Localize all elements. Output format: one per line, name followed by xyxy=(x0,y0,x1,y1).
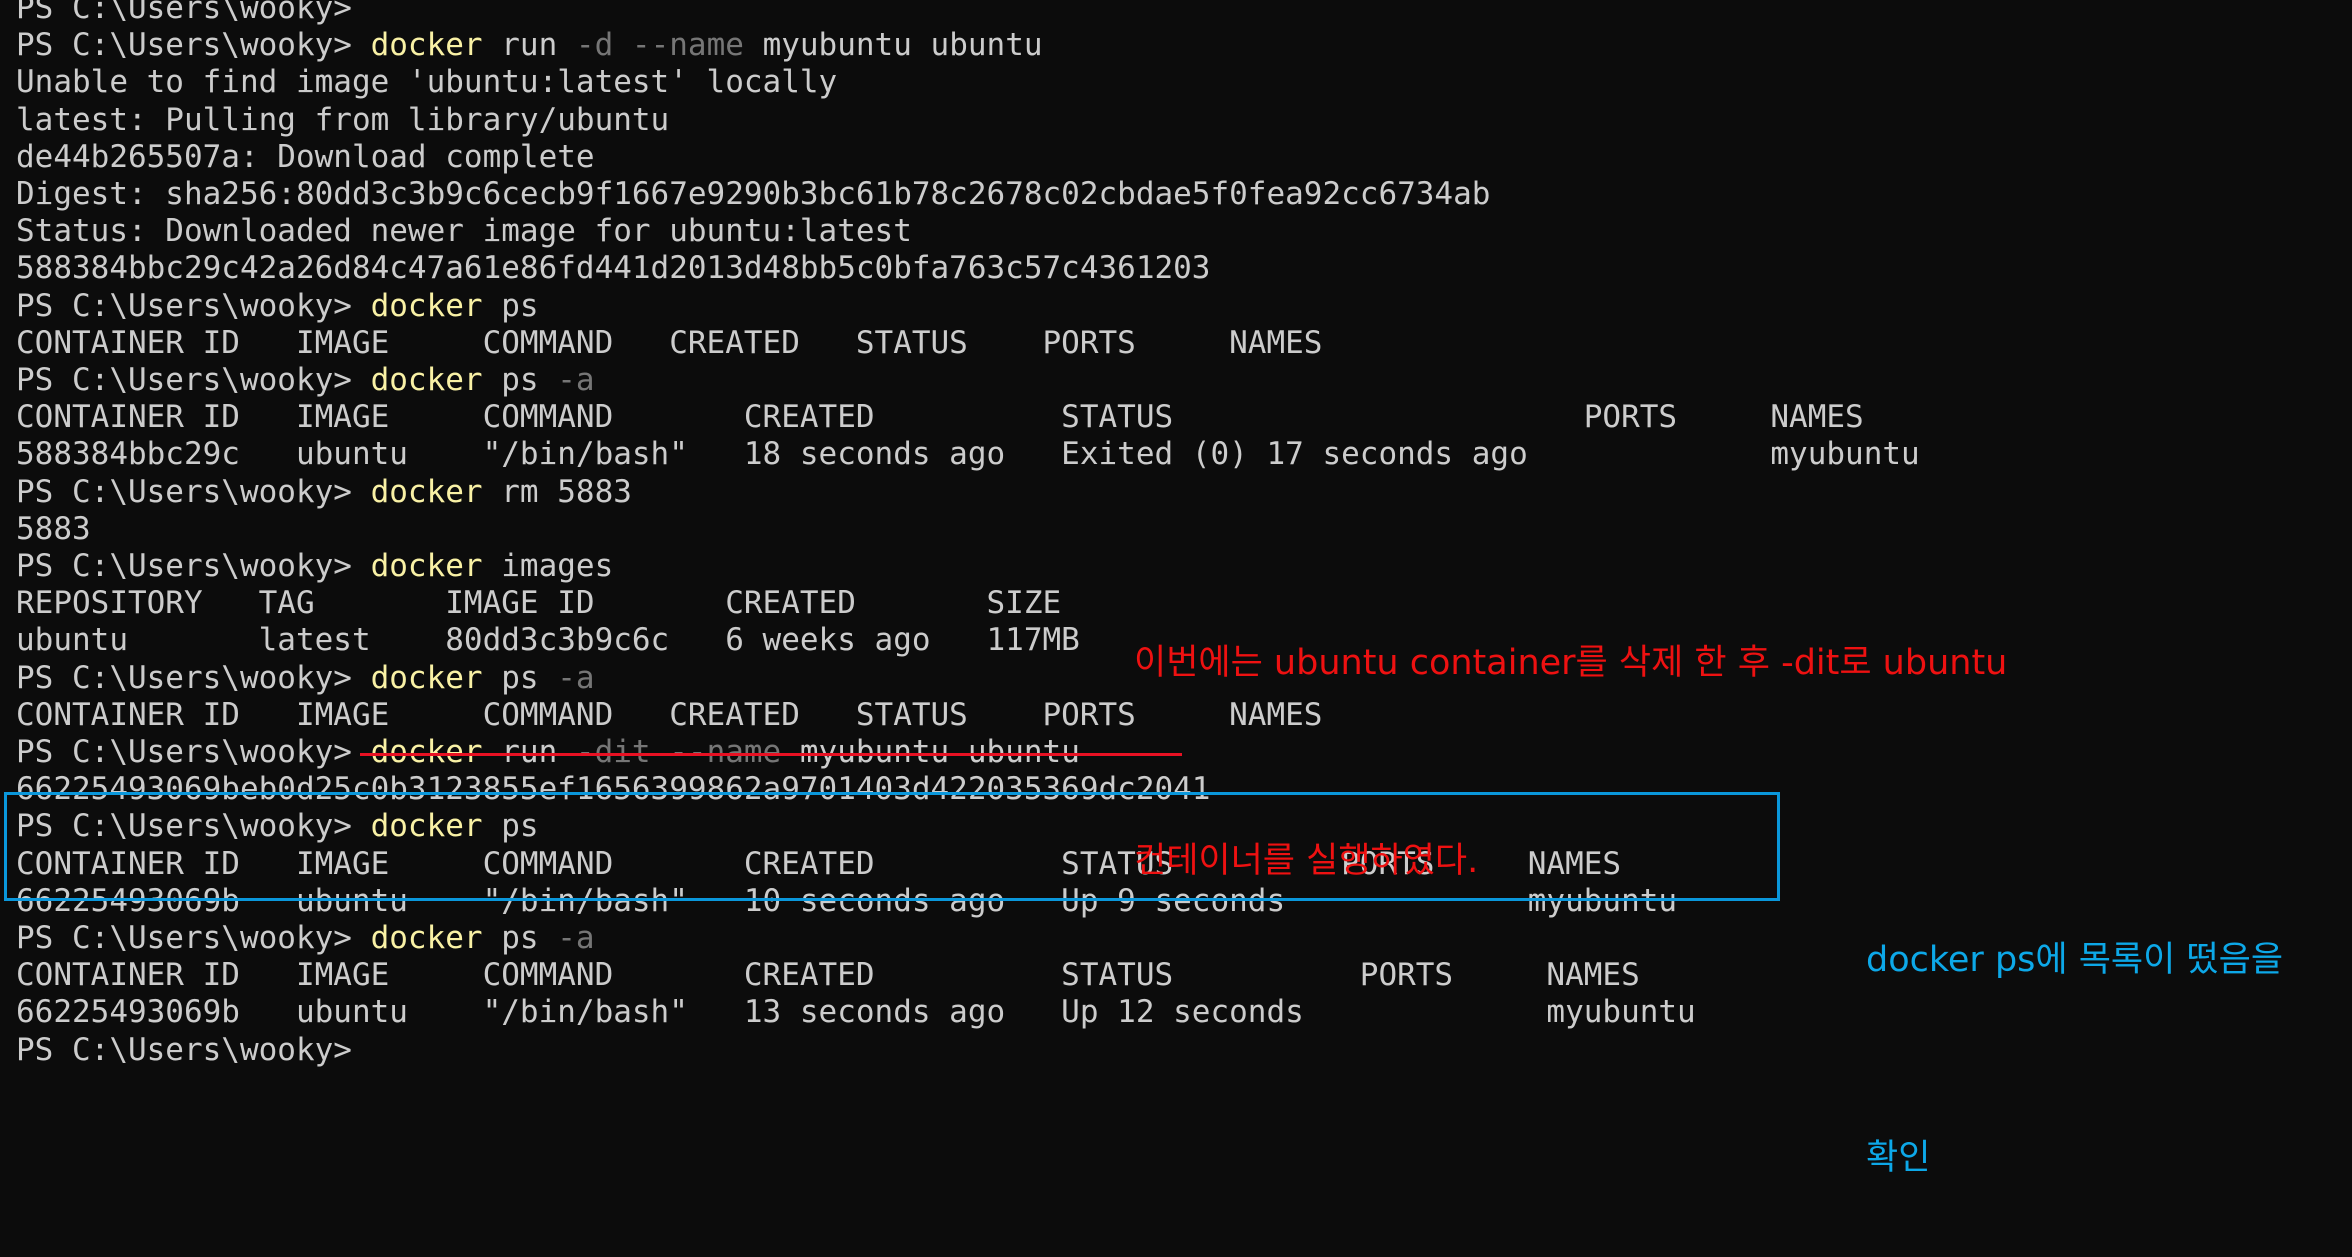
command-argument: rm 5883 xyxy=(482,473,632,510)
output-line: 5883 xyxy=(16,510,91,547)
command-argument: ps xyxy=(482,920,558,956)
command-line: PS C:\Users\wooky> docker rm 5883 xyxy=(16,474,632,511)
shell-prompt: PS C:\Users\wooky> xyxy=(16,920,371,956)
command-argument: myubuntu ubuntu xyxy=(781,734,1080,770)
output-line: CONTAINER ID IMAGE COMMAND CREATED STATU… xyxy=(16,399,1864,436)
output-line: CONTAINER ID IMAGE COMMAND CREATED STATU… xyxy=(16,324,1323,361)
command-argument: run xyxy=(482,27,576,64)
command-argument: myubuntu ubuntu xyxy=(743,27,1043,64)
command-name: docker xyxy=(370,548,483,584)
output-line: 588384bbc29c42a26d84c47a61e86fd441d2013d… xyxy=(16,250,1211,287)
command-flag: -a xyxy=(557,659,595,696)
command-flag: -d --name xyxy=(575,27,744,64)
output-line: PS C:\Users\wooky> xyxy=(16,1031,352,1068)
command-name: docker xyxy=(370,473,483,510)
output-line: 66225493069b ubuntu "/bin/bash" 13 secon… xyxy=(16,994,1696,1031)
shell-prompt: PS C:\Users\wooky> xyxy=(16,362,371,398)
command-argument: ps xyxy=(482,362,558,398)
output-line: CONTAINER ID IMAGE COMMAND CREATED STATU… xyxy=(16,696,1323,733)
output-line: CONTAINER ID IMAGE COMMAND CREATED STATU… xyxy=(16,957,1640,994)
command-line: PS C:\Users\wooky> docker images xyxy=(16,548,613,585)
command-argument: ps xyxy=(482,287,539,324)
shell-prompt: PS C:\Users\wooky> xyxy=(16,548,371,584)
output-line: PS C:\Users\wooky> xyxy=(16,0,352,26)
command-flag: -a xyxy=(557,362,595,398)
command-flag: -dit --name xyxy=(575,734,782,770)
blue-annotation: docker ps에 목록이 떴음을 확인 xyxy=(1866,795,2283,1257)
shell-prompt: PS C:\Users\wooky> xyxy=(16,734,371,770)
command-line: PS C:\Users\wooky> docker run -d --name … xyxy=(16,27,1043,64)
command-flag: -a xyxy=(557,920,595,956)
output-line: Unable to find image 'ubuntu:latest' loc… xyxy=(16,64,838,101)
output-line: latest: Pulling from library/ubuntu xyxy=(16,101,670,138)
blue-annotation-line-2: 확인 xyxy=(1866,1138,1931,1178)
output-line: REPOSITORY TAG IMAGE ID CREATED SIZE xyxy=(16,585,1062,622)
command-name: docker xyxy=(370,362,483,398)
output-line: Status: Downloaded newer image for ubunt… xyxy=(16,213,912,250)
command-line: PS C:\Users\wooky> docker ps -a xyxy=(16,362,595,399)
red-annotation-line-1: 이번에는 ubuntu container를 삭제 한 후 -dit로 ubun… xyxy=(1134,643,2008,683)
output-line: de44b265507a: Download complete xyxy=(16,138,595,175)
shell-prompt: PS C:\Users\wooky> xyxy=(16,473,371,510)
red-underline-mark xyxy=(360,753,1182,756)
command-argument: ps xyxy=(482,659,558,696)
command-line: PS C:\Users\wooky> docker ps xyxy=(16,288,539,325)
shell-prompt: PS C:\Users\wooky> xyxy=(16,27,371,64)
shell-prompt: PS C:\Users\wooky> xyxy=(16,287,371,324)
output-line: ubuntu latest 80dd3c3b9c6c 6 weeks ago 1… xyxy=(16,622,1080,659)
command-argument: images xyxy=(482,548,614,584)
command-name: docker xyxy=(370,27,483,64)
command-name: docker xyxy=(370,287,483,324)
output-line: 588384bbc29c ubuntu "/bin/bash" 18 secon… xyxy=(16,436,1920,473)
command-name: docker xyxy=(370,659,483,696)
command-line: PS C:\Users\wooky> docker ps -a xyxy=(16,660,595,697)
command-line: PS C:\Users\wooky> docker ps -a xyxy=(16,920,595,957)
output-line: Digest: sha256:80dd3c3b9c6cecb9f1667e929… xyxy=(16,176,1491,212)
command-argument: run xyxy=(482,734,576,770)
blue-annotation-line-1: docker ps에 목록이 떴음을 xyxy=(1866,940,2284,980)
command-name: docker xyxy=(370,734,483,770)
command-name: docker xyxy=(370,920,483,956)
shell-prompt: PS C:\Users\wooky> xyxy=(16,659,371,696)
